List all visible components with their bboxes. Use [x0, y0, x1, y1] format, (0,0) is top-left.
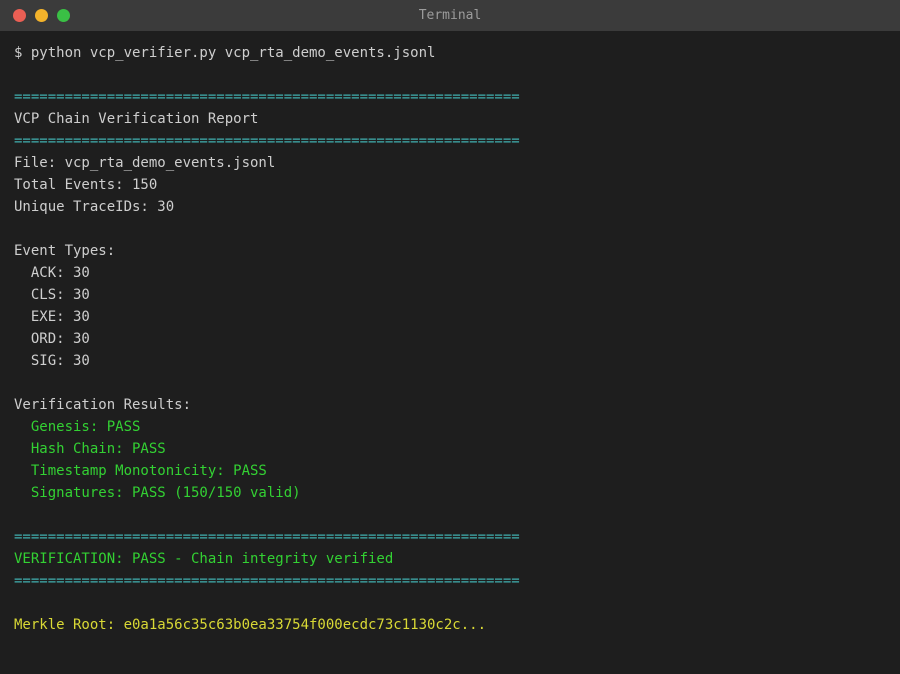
terminal-line-separator: ========================================…	[14, 130, 886, 152]
minimize-button[interactable]	[35, 9, 48, 22]
titlebar[interactable]: Terminal	[0, 0, 900, 31]
close-button[interactable]	[13, 9, 26, 22]
maximize-button[interactable]	[57, 9, 70, 22]
terminal-line-file: File: vcp_rta_demo_events.jsonl	[14, 152, 886, 174]
terminal-line-total-events: Total Events: 150	[14, 174, 886, 196]
terminal-line-separator: ========================================…	[14, 526, 886, 548]
terminal-line-blank	[14, 592, 886, 614]
terminal-line-blank	[14, 64, 886, 86]
terminal-line-event-type-ord: ORD: 30	[14, 328, 886, 350]
terminal-line-unique-traceids: Unique TraceIDs: 30	[14, 196, 886, 218]
terminal-line-merkle-root: Merkle Root: e0a1a56c35c63b0ea33754f000e…	[14, 614, 886, 636]
window-title: Terminal	[0, 8, 900, 23]
terminal-line-blank	[14, 504, 886, 526]
terminal-screen[interactable]: $ python vcp_verifier.py vcp_rta_demo_ev…	[0, 31, 900, 674]
terminal-line-event-types-header: Event Types:	[14, 240, 886, 262]
terminal-line-command: $ python vcp_verifier.py vcp_rta_demo_ev…	[14, 42, 886, 64]
terminal-line-genesis-pass: Genesis: PASS	[14, 416, 886, 438]
terminal-line-event-type-exe: EXE: 30	[14, 306, 886, 328]
terminal-line-hash-chain-pass: Hash Chain: PASS	[14, 438, 886, 460]
terminal-line-blank	[14, 372, 886, 394]
terminal-line-report-title: VCP Chain Verification Report	[14, 108, 886, 130]
terminal-line-blank	[14, 218, 886, 240]
terminal-line-separator: ========================================…	[14, 570, 886, 592]
traffic-lights	[0, 9, 70, 22]
terminal-window: Terminal $ python vcp_verifier.py vcp_rt…	[0, 0, 900, 674]
terminal-line-event-type-sig: SIG: 30	[14, 350, 886, 372]
terminal-line-signatures-pass: Signatures: PASS (150/150 valid)	[14, 482, 886, 504]
terminal-line-event-type-ack: ACK: 30	[14, 262, 886, 284]
terminal-line-results-header: Verification Results:	[14, 394, 886, 416]
terminal-line-event-type-cls: CLS: 30	[14, 284, 886, 306]
terminal-line-timestamp-pass: Timestamp Monotonicity: PASS	[14, 460, 886, 482]
terminal-line-separator: ========================================…	[14, 86, 886, 108]
terminal-line-verification-pass: VERIFICATION: PASS - Chain integrity ver…	[14, 548, 886, 570]
